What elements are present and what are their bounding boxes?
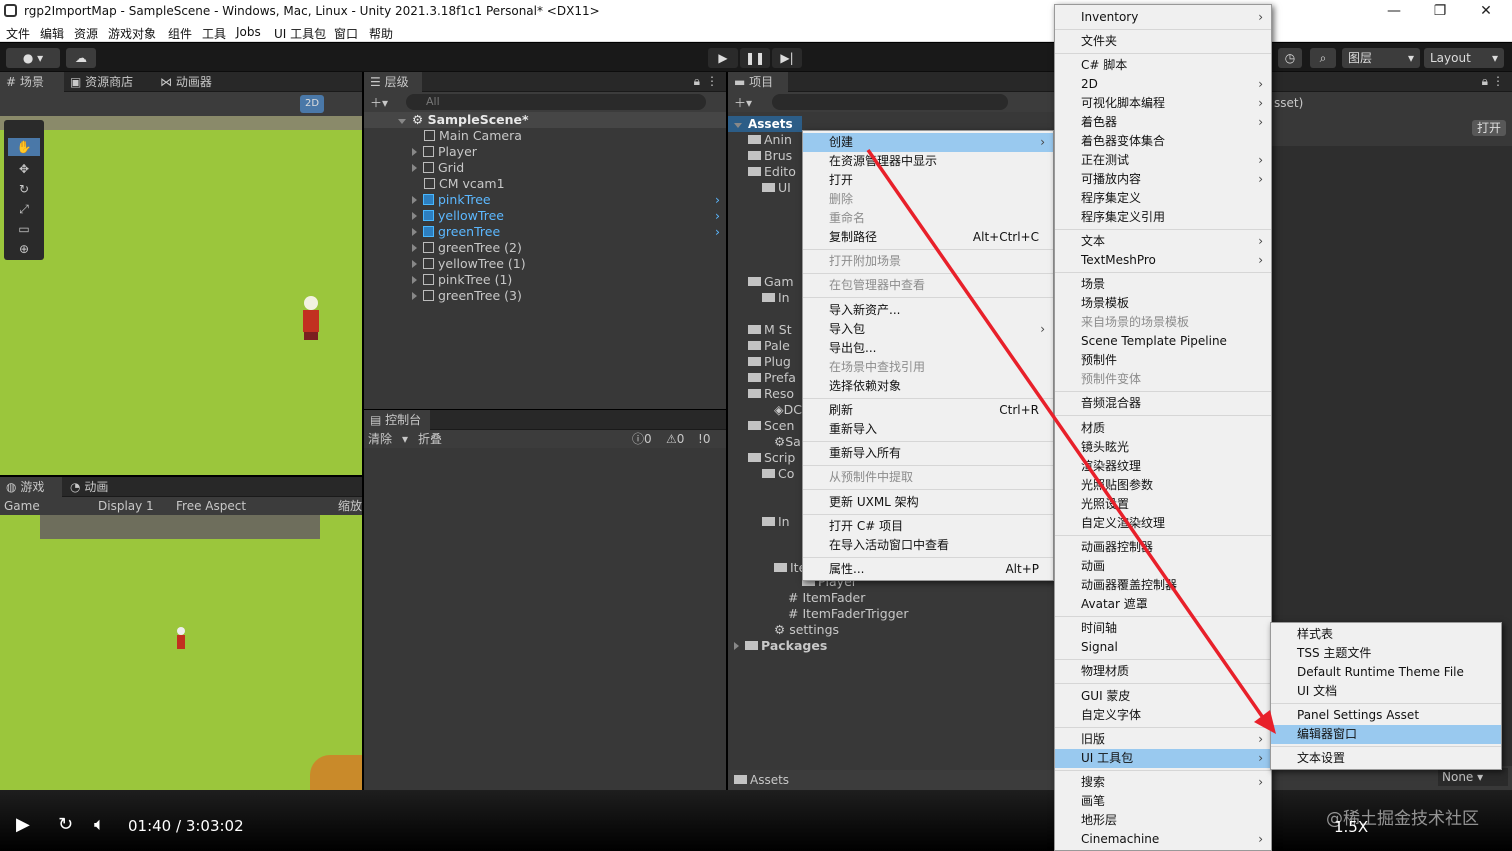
annotation-arrow-head [1254,710,1276,734]
annotation-arrow-line [866,149,1268,723]
annotation-arrow [866,149,1276,734]
